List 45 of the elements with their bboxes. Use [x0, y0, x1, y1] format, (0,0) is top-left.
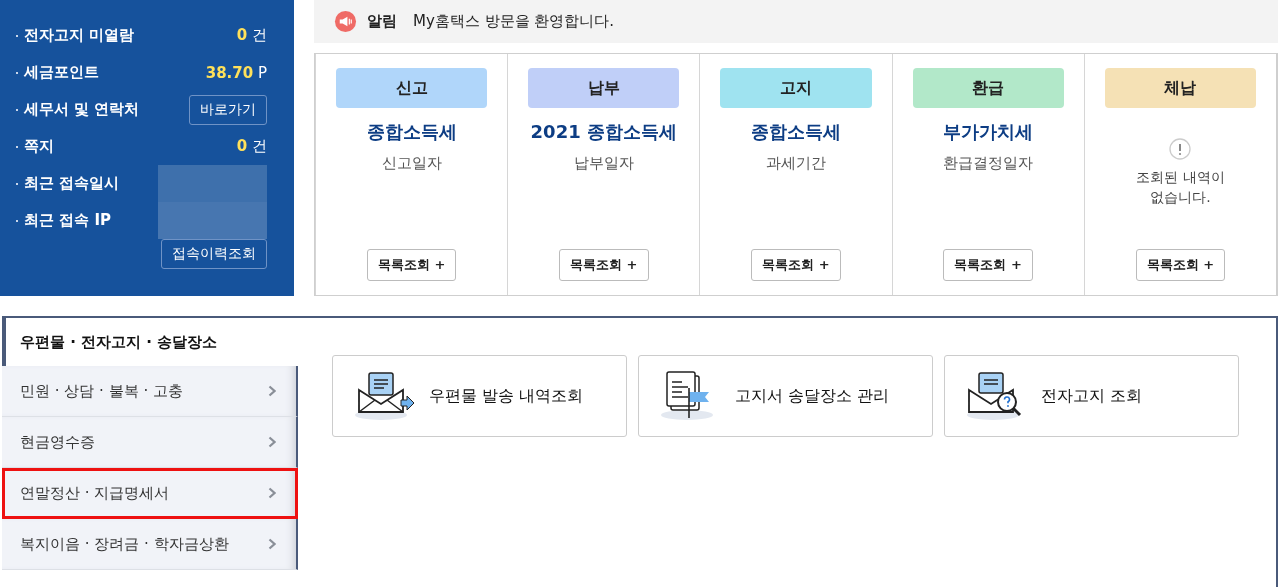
- category-badge: 납부: [528, 68, 680, 108]
- list-button[interactable]: 목록조회 +: [1135, 249, 1226, 281]
- date-label: 과세기간: [766, 154, 826, 173]
- chevron-icon: [268, 538, 276, 550]
- list-button[interactable]: 목록조회 +: [366, 249, 457, 281]
- chevron-icon: [268, 487, 276, 499]
- info-label: 세금포인트: [24, 63, 99, 82]
- date-label: 환급결정일자: [943, 154, 1034, 173]
- info-label: 세무서 및 연락처: [24, 100, 140, 119]
- menu-item[interactable]: 현금영수증: [2, 417, 298, 468]
- shortcut-button[interactable]: 바로가기: [189, 94, 267, 125]
- megaphone-icon: [334, 10, 357, 33]
- info-value: 0 건: [236, 26, 267, 45]
- category-badge: 고지: [720, 68, 872, 108]
- service-button[interactable]: 전자고지 조회: [944, 355, 1239, 437]
- empty-message: 조회된 내역이 없습니다.: [1136, 168, 1225, 207]
- list-button[interactable]: 목록조회 +: [559, 249, 649, 281]
- category-badge: 환급: [912, 68, 1064, 108]
- menu-item[interactable]: 복지이음 · 장려금 · 학자금상환: [2, 519, 298, 570]
- info-label: 최근 접속 IP: [24, 211, 112, 230]
- chevron-icon: [268, 385, 276, 397]
- info-label: 최근 접속일시: [24, 174, 120, 193]
- notice-message: My홈택스 방문을 환영합니다.: [413, 12, 615, 31]
- list-button[interactable]: 목록조회 +: [943, 249, 1033, 281]
- service-button[interactable]: 고지서 송달장소 관리: [638, 355, 933, 437]
- exclamation-icon: [1169, 138, 1192, 160]
- date-label: 신고일자: [381, 154, 442, 173]
- tax-title: 2021 종합소득세: [530, 120, 677, 144]
- info-value: 0 건: [236, 137, 267, 156]
- notice-label: 알림: [367, 12, 397, 31]
- list-button[interactable]: 목록조회 +: [751, 249, 841, 281]
- service-button[interactable]: 우편물 발송 내역조회: [332, 355, 627, 437]
- date-label: 납부일자: [573, 154, 634, 173]
- menu-item[interactable]: 연말정산 · 지급명세서: [2, 468, 298, 519]
- chevron-icon: [268, 436, 276, 448]
- category-badge: 체납: [1104, 68, 1256, 108]
- tax-title: 종합소득세: [751, 120, 841, 144]
- category-badge: 신고: [336, 68, 488, 108]
- tax-title: 종합소득세: [366, 120, 457, 144]
- info-label: 전자고지 미열람: [24, 26, 135, 45]
- info-value: 38.70 P: [205, 63, 267, 82]
- info-label: 쪽지: [24, 137, 54, 156]
- tax-title: 부가가치세: [943, 120, 1034, 144]
- menu-item[interactable]: 민원 · 상담 · 불복 · 고충: [2, 366, 298, 417]
- history-button[interactable]: 접속이력조회: [161, 239, 267, 269]
